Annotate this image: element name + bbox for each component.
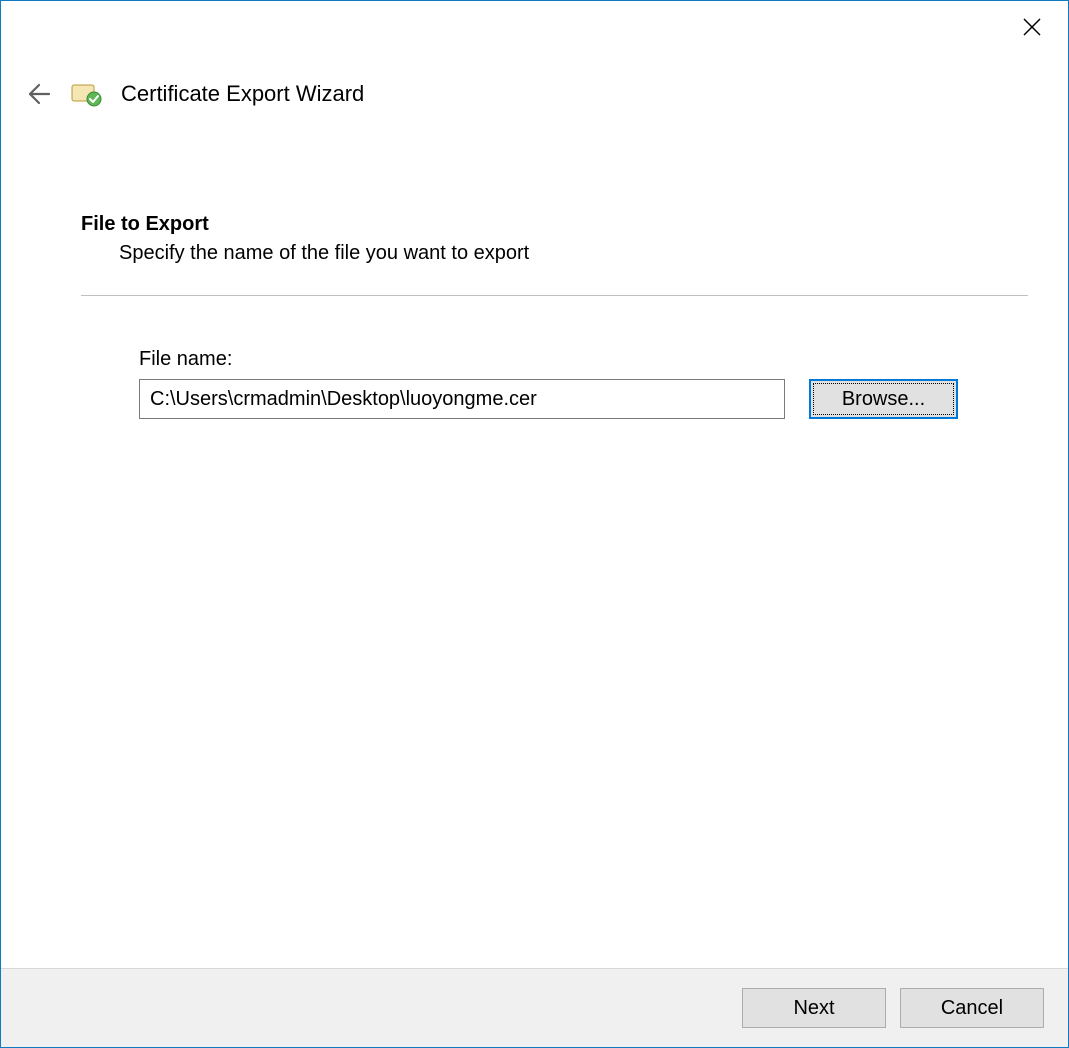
section-title: File to Export [81,213,1028,236]
wizard-window: Certificate Export Wizard File to Export… [0,0,1069,1048]
file-input-row: Browse... [139,379,1028,419]
cancel-button[interactable]: Cancel [900,988,1044,1028]
wizard-header: Certificate Export Wizard [1,1,1068,111]
back-arrow-icon [25,81,51,107]
next-button[interactable]: Next [742,988,886,1028]
page-title: Certificate Export Wizard [121,81,364,107]
divider [81,295,1028,296]
content-area: File to Export Specify the name of the f… [1,111,1068,968]
browse-button[interactable]: Browse... [809,379,958,419]
close-icon [1022,17,1042,37]
file-name-label: File name: [139,348,1028,371]
file-name-input[interactable] [139,379,785,419]
file-form-group: File name: Browse... [139,348,1028,419]
close-button[interactable] [1016,11,1048,43]
section-subtitle: Specify the name of the file you want to… [119,242,1028,265]
certificate-wizard-icon [69,77,103,111]
back-button[interactable] [25,81,51,107]
wizard-footer: Next Cancel [1,968,1068,1047]
